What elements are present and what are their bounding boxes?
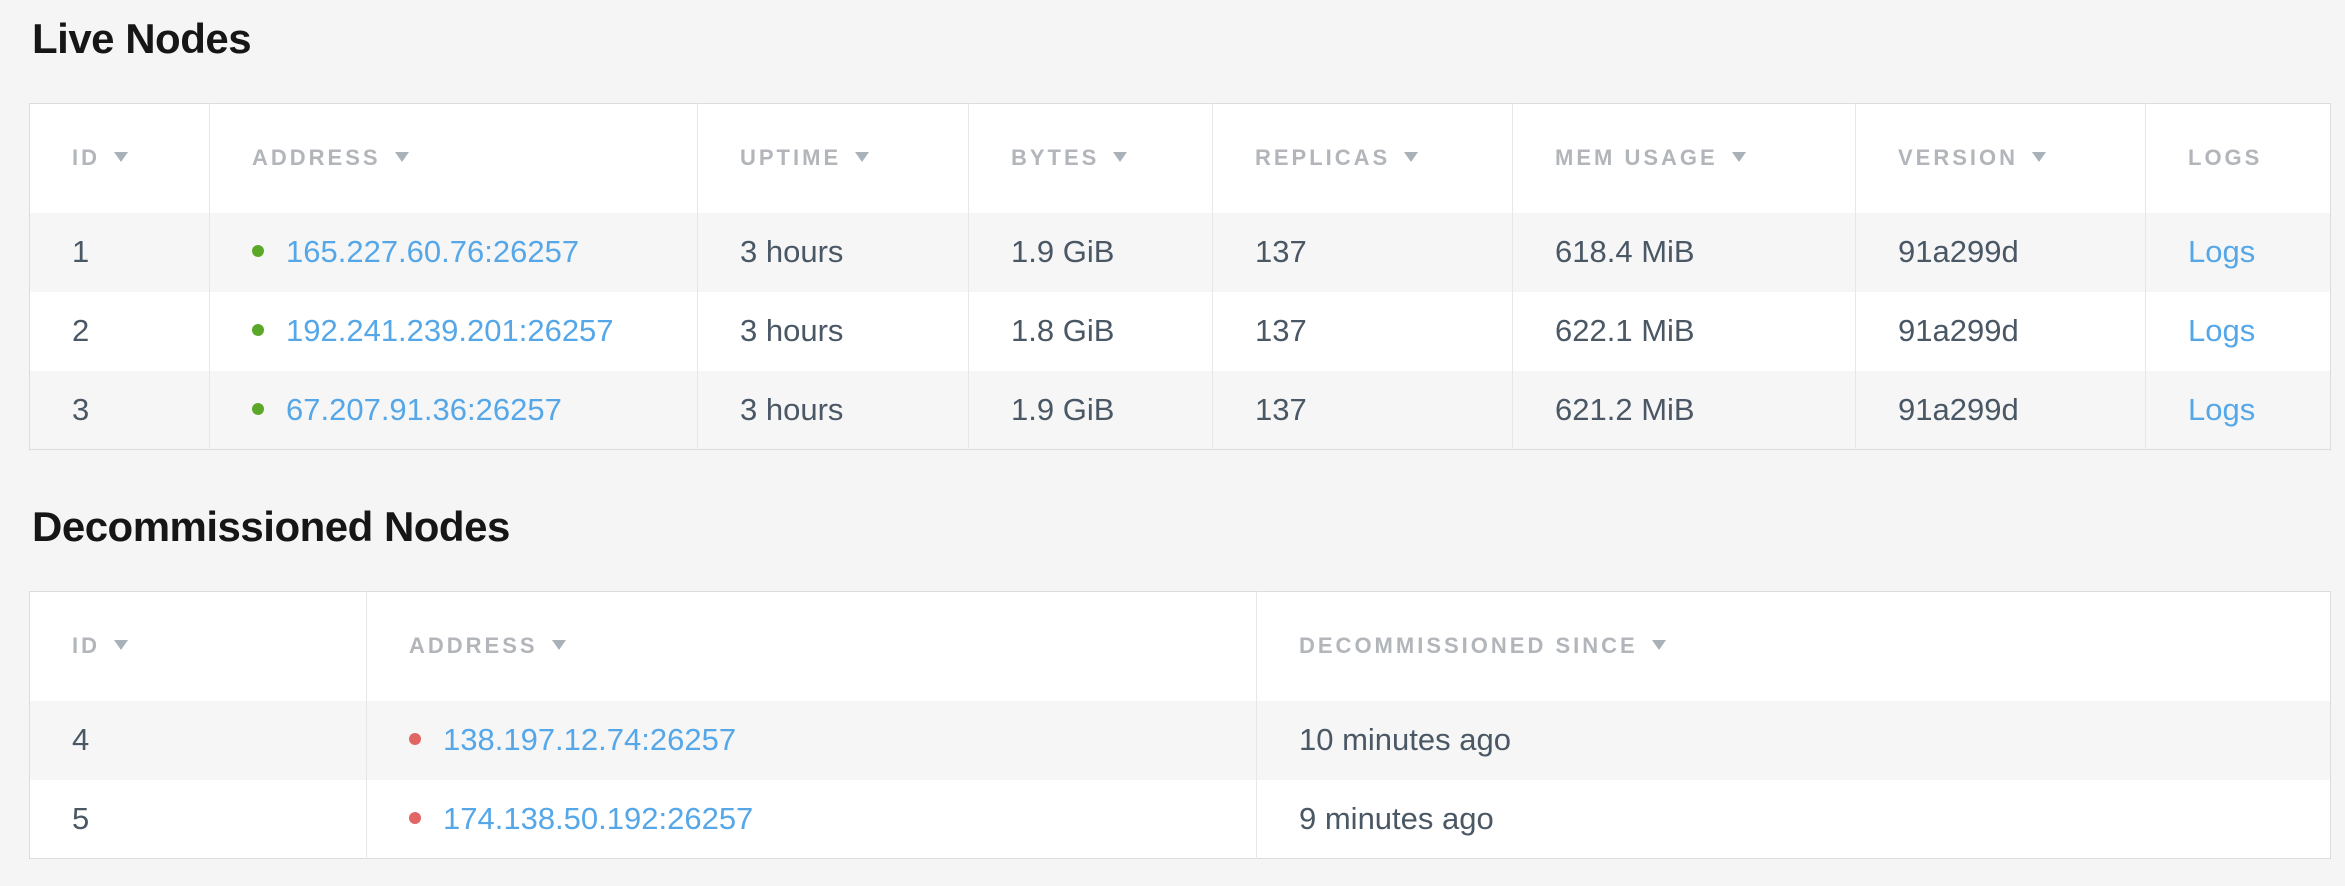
- sort-caret-icon: [114, 640, 128, 650]
- column-header-label: BYTES: [1011, 145, 1099, 170]
- cell-node-address: 138.197.12.74:26257: [367, 701, 1257, 780]
- sort-caret-icon: [552, 640, 566, 650]
- cell-bytes: 1.9 GiB: [969, 213, 1213, 292]
- cell-uptime: 3 hours: [698, 292, 969, 371]
- cell-node-id: 4: [30, 701, 367, 780]
- decommissioned-nodes-header-row: ID ADDRESS DECOMMISSIONED SINCE: [30, 592, 2331, 701]
- column-header-id[interactable]: ID: [30, 592, 367, 701]
- node-address-link[interactable]: 174.138.50.192:26257: [443, 801, 753, 836]
- cell-logs: Logs: [2146, 213, 2331, 292]
- column-header-label: VERSION: [1898, 145, 2018, 170]
- live-status-dot-icon: [252, 403, 264, 415]
- table-row: 5 174.138.50.192:26257 9 minutes ago: [30, 780, 2331, 859]
- cell-logs: Logs: [2146, 371, 2331, 450]
- column-header-label: REPLICAS: [1255, 145, 1390, 170]
- column-header-version[interactable]: VERSION: [1856, 104, 2146, 213]
- cell-replicas: 137: [1213, 371, 1513, 450]
- node-address-link[interactable]: 192.241.239.201:26257: [286, 313, 614, 348]
- cell-node-address: 192.241.239.201:26257: [210, 292, 698, 371]
- cell-uptime: 3 hours: [698, 213, 969, 292]
- cell-node-id: 1: [30, 213, 210, 292]
- cell-uptime: 3 hours: [698, 371, 969, 450]
- live-nodes-header-row: ID ADDRESS UPTIME BYTES REPLICAS MEM USA…: [30, 104, 2331, 213]
- column-header-label: ADDRESS: [252, 145, 381, 170]
- column-header-label: ID: [72, 633, 100, 658]
- column-header-label: LOGS: [2188, 145, 2262, 170]
- cell-decommissioned-since: 10 minutes ago: [1257, 701, 2331, 780]
- sort-caret-icon: [1732, 152, 1746, 162]
- cell-node-id: 5: [30, 780, 367, 859]
- column-header-id[interactable]: ID: [30, 104, 210, 213]
- cell-bytes: 1.9 GiB: [969, 371, 1213, 450]
- cell-version: 91a299d: [1856, 292, 2146, 371]
- decommissioned-status-dot-icon: [409, 812, 421, 824]
- column-header-label: MEM USAGE: [1555, 145, 1718, 170]
- column-header-bytes[interactable]: BYTES: [969, 104, 1213, 213]
- column-header-mem-usage[interactable]: MEM USAGE: [1513, 104, 1856, 213]
- node-address-link[interactable]: 67.207.91.36:26257: [286, 392, 562, 427]
- cell-replicas: 137: [1213, 213, 1513, 292]
- table-row: 2 192.241.239.201:26257 3 hours 1.8 GiB …: [30, 292, 2331, 371]
- decommissioned-nodes-table: ID ADDRESS DECOMMISSIONED SINCE 4 138.19…: [29, 591, 2331, 859]
- column-header-label: UPTIME: [740, 145, 841, 170]
- sort-caret-icon: [2032, 152, 2046, 162]
- cell-replicas: 137: [1213, 292, 1513, 371]
- cell-mem-usage: 618.4 MiB: [1513, 213, 1856, 292]
- node-logs-link[interactable]: Logs: [2188, 313, 2255, 348]
- cell-node-id: 2: [30, 292, 210, 371]
- sort-caret-icon: [395, 152, 409, 162]
- node-address-link[interactable]: 165.227.60.76:26257: [286, 234, 579, 269]
- live-status-dot-icon: [252, 324, 264, 336]
- cell-decommissioned-since: 9 minutes ago: [1257, 780, 2331, 859]
- column-header-label: ID: [72, 145, 100, 170]
- table-row: 1 165.227.60.76:26257 3 hours 1.9 GiB 13…: [30, 213, 2331, 292]
- table-row: 3 67.207.91.36:26257 3 hours 1.9 GiB 137…: [30, 371, 2331, 450]
- column-header-decommissioned-since[interactable]: DECOMMISSIONED SINCE: [1257, 592, 2331, 701]
- column-header-address[interactable]: ADDRESS: [367, 592, 1257, 701]
- cell-version: 91a299d: [1856, 213, 2146, 292]
- column-header-logs: LOGS: [2146, 104, 2331, 213]
- live-nodes-table: ID ADDRESS UPTIME BYTES REPLICAS MEM USA…: [29, 103, 2331, 450]
- cell-node-address: 174.138.50.192:26257: [367, 780, 1257, 859]
- decommissioned-status-dot-icon: [409, 733, 421, 745]
- cell-mem-usage: 621.2 MiB: [1513, 371, 1856, 450]
- sort-caret-icon: [1652, 640, 1666, 650]
- decommissioned-nodes-heading: Decommissioned Nodes: [32, 502, 2330, 552]
- table-row: 4 138.197.12.74:26257 10 minutes ago: [30, 701, 2331, 780]
- live-nodes-section: Live Nodes ID ADDRESS UPTIME BYTES REPLI…: [29, 14, 2330, 450]
- sort-caret-icon: [1113, 152, 1127, 162]
- sort-caret-icon: [114, 152, 128, 162]
- node-logs-link[interactable]: Logs: [2188, 392, 2255, 427]
- live-nodes-heading: Live Nodes: [32, 14, 2330, 64]
- cell-node-address: 67.207.91.36:26257: [210, 371, 698, 450]
- decommissioned-nodes-section: Decommissioned Nodes ID ADDRESS DECOMMIS…: [29, 502, 2330, 859]
- cell-mem-usage: 622.1 MiB: [1513, 292, 1856, 371]
- sort-caret-icon: [855, 152, 869, 162]
- node-logs-link[interactable]: Logs: [2188, 234, 2255, 269]
- cell-version: 91a299d: [1856, 371, 2146, 450]
- column-header-label: ADDRESS: [409, 633, 538, 658]
- cell-logs: Logs: [2146, 292, 2331, 371]
- column-header-replicas[interactable]: REPLICAS: [1213, 104, 1513, 213]
- cell-node-address: 165.227.60.76:26257: [210, 213, 698, 292]
- live-status-dot-icon: [252, 245, 264, 257]
- column-header-label: DECOMMISSIONED SINCE: [1299, 633, 1638, 658]
- sort-caret-icon: [1404, 152, 1418, 162]
- cell-bytes: 1.8 GiB: [969, 292, 1213, 371]
- node-address-link[interactable]: 138.197.12.74:26257: [443, 722, 736, 757]
- column-header-uptime[interactable]: UPTIME: [698, 104, 969, 213]
- cell-node-id: 3: [30, 371, 210, 450]
- column-header-address[interactable]: ADDRESS: [210, 104, 698, 213]
